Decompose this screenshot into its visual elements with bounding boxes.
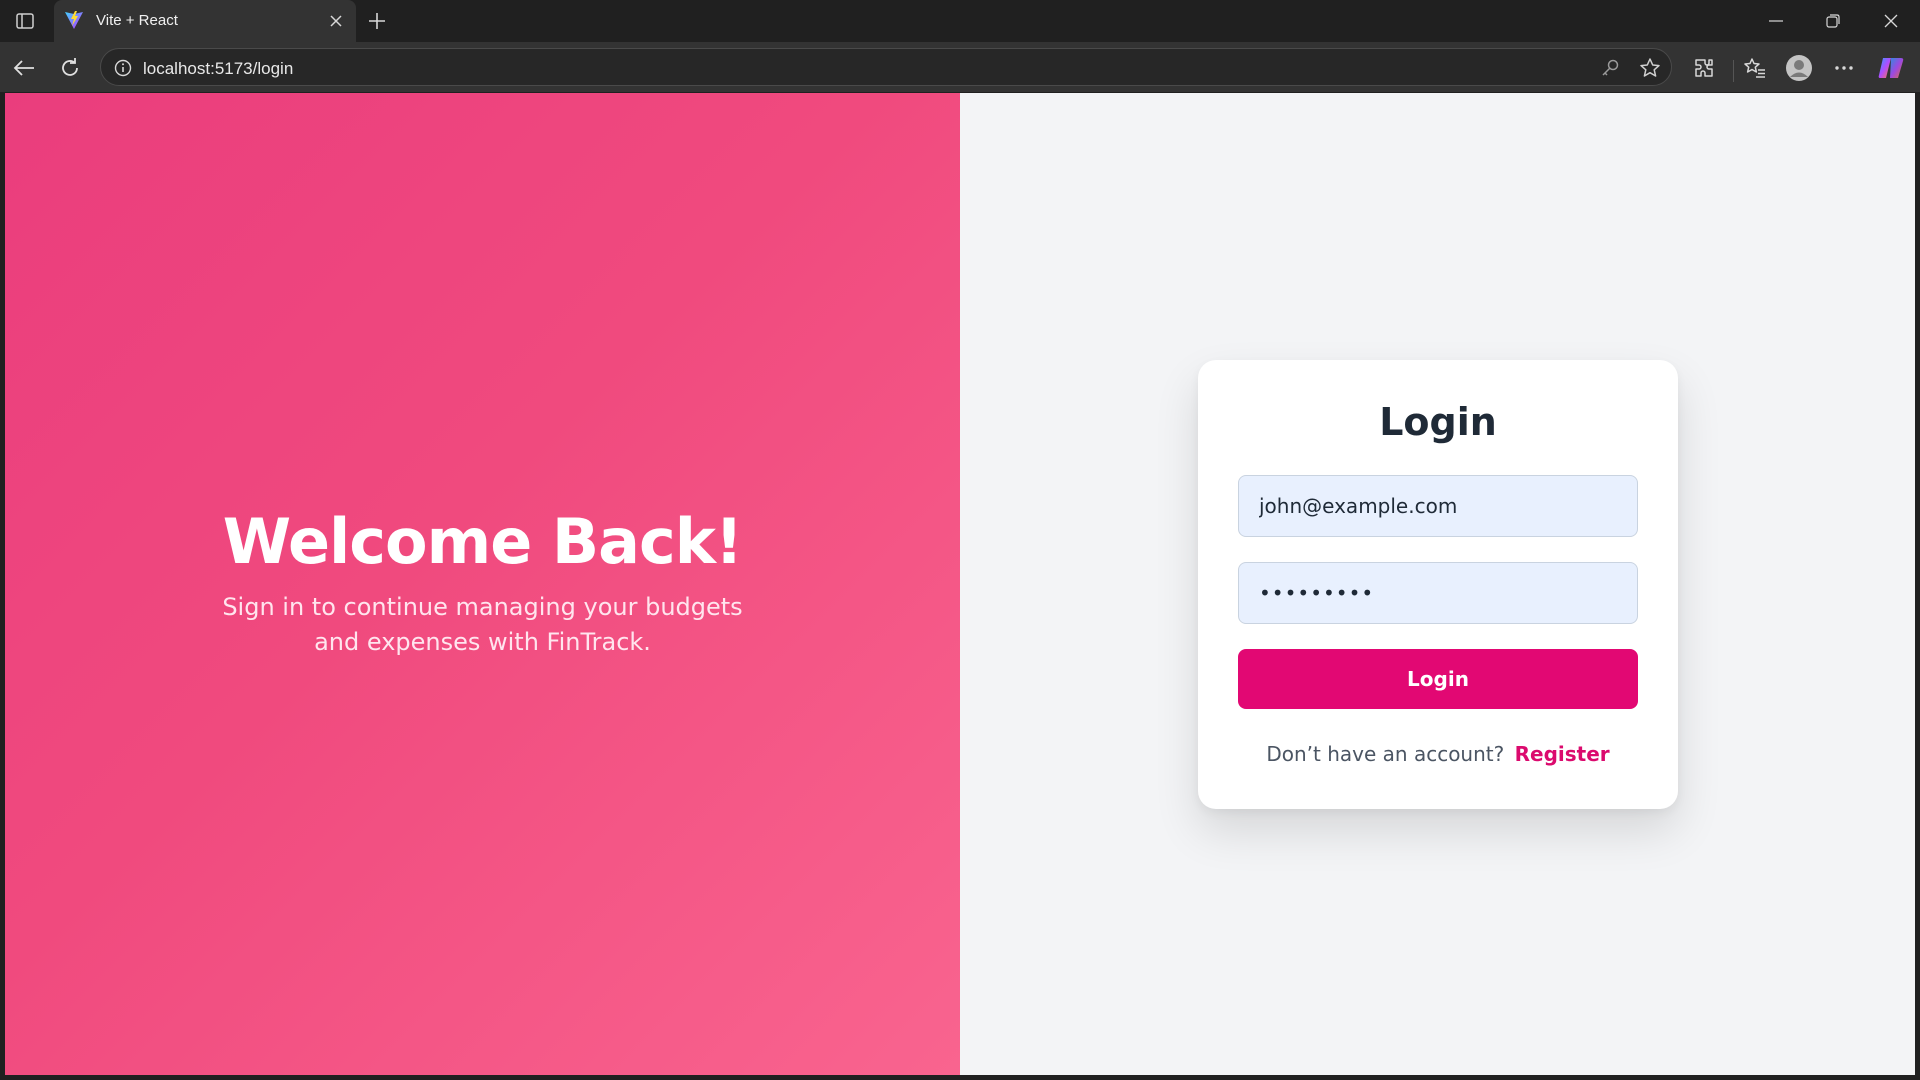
- minimize-icon[interactable]: [1756, 8, 1796, 34]
- welcome-subtitle: Sign in to continue managing your budget…: [222, 593, 743, 656]
- new-tab-plus-icon[interactable]: [364, 8, 390, 34]
- welcome-hero-panel: Welcome Back! Sign in to continue managi…: [5, 93, 960, 1075]
- extensions-icon[interactable]: [1690, 54, 1718, 82]
- tab-title: Vite + React: [96, 12, 178, 29]
- login-pane: Login Login Don’t have an account? Regis…: [960, 93, 1915, 1075]
- url-text[interactable]: localhost:5173/login: [143, 59, 293, 79]
- profile-avatar-icon[interactable]: [1785, 54, 1813, 82]
- email-field[interactable]: [1238, 475, 1638, 537]
- login-card: Login Login Don’t have an account? Regis…: [1198, 360, 1678, 809]
- toolbar-divider: [1733, 60, 1734, 82]
- vite-logo-icon: [64, 10, 84, 30]
- reload-icon[interactable]: [56, 54, 84, 82]
- login-title: Login: [1379, 400, 1497, 444]
- welcome-title: Welcome Back!: [222, 505, 743, 578]
- register-prompt-row: Don’t have an account? Register: [1198, 742, 1678, 766]
- login-button[interactable]: Login: [1238, 649, 1638, 709]
- key-icon[interactable]: [1599, 57, 1621, 79]
- close-icon[interactable]: [326, 11, 346, 31]
- window-close-icon[interactable]: [1871, 8, 1911, 34]
- sidebar-toggle-icon[interactable]: [12, 9, 38, 33]
- password-field[interactable]: [1238, 562, 1638, 624]
- register-prompt-text: Don’t have an account?: [1266, 742, 1505, 766]
- browser-tab[interactable]: Vite + React: [54, 0, 356, 42]
- more-options-icon[interactable]: [1830, 54, 1858, 82]
- favorites-icon[interactable]: [1741, 54, 1769, 82]
- address-bar[interactable]: localhost:5173/login: [100, 48, 1672, 86]
- register-link[interactable]: Register: [1515, 742, 1610, 766]
- back-arrow-icon[interactable]: [10, 54, 38, 82]
- browser-titlebar: Vite + React: [0, 0, 1920, 42]
- star-icon[interactable]: [1639, 57, 1661, 79]
- browser-toolbar: localhost:5173/login: [0, 42, 1920, 92]
- restore-icon[interactable]: [1813, 8, 1853, 34]
- copilot-icon[interactable]: [1877, 54, 1905, 82]
- page-viewport: Welcome Back! Sign in to continue managi…: [5, 93, 1915, 1075]
- site-info-icon[interactable]: [113, 58, 133, 78]
